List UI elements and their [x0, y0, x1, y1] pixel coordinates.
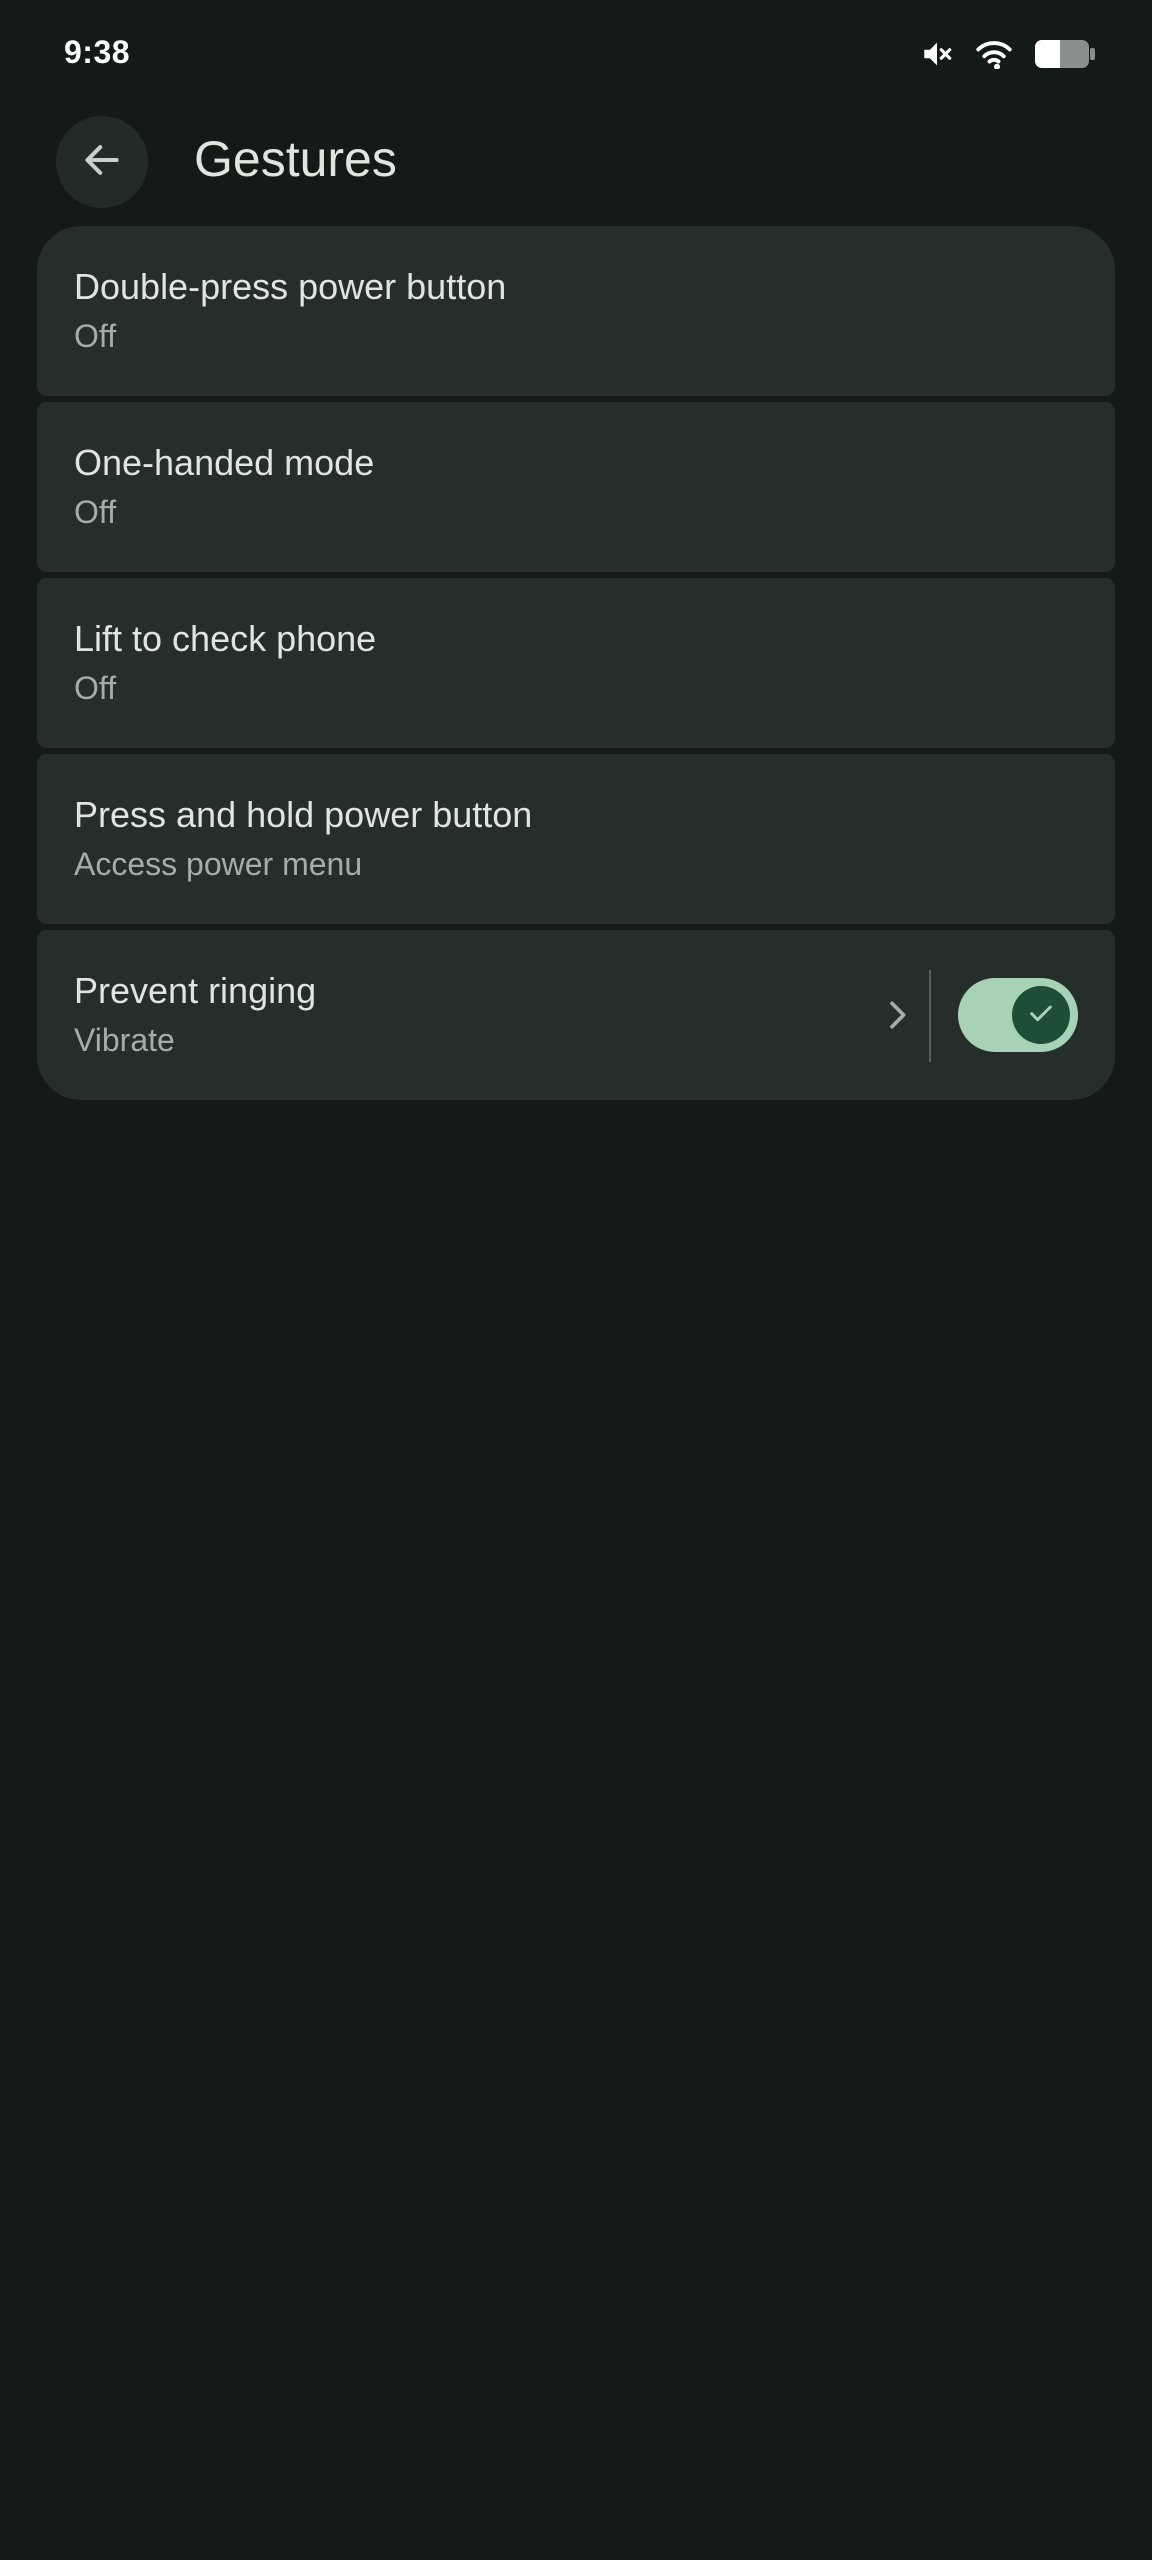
item-summary: Off — [74, 318, 117, 354]
item-summary: Off — [74, 494, 117, 530]
arrow-back-icon — [80, 138, 124, 187]
status-bar: 9:38 — [0, 0, 1152, 110]
chevron-right-icon[interactable] — [869, 987, 925, 1043]
list-item-lift-to-check[interactable]: Lift to check phone Off — [37, 578, 1115, 748]
battery-icon — [1034, 38, 1096, 70]
item-title: Double-press power button — [74, 266, 507, 307]
back-button[interactable] — [56, 116, 148, 208]
item-title: Prevent ringing — [74, 970, 317, 1011]
check-icon — [1025, 997, 1057, 1034]
gestures-list: Double-press power button Off One-handed… — [37, 226, 1115, 1100]
item-title: Lift to check phone — [74, 618, 377, 659]
wifi-icon — [976, 39, 1012, 69]
status-icons — [920, 34, 1096, 74]
page-title: Gestures — [194, 131, 397, 187]
item-summary: Off — [74, 670, 117, 706]
item-title: One-handed mode — [74, 442, 375, 483]
app-bar: Gestures — [0, 116, 1152, 208]
item-summary: Access power menu — [74, 846, 363, 882]
list-item-one-handed-mode[interactable]: One-handed mode Off — [37, 402, 1115, 572]
mute-icon — [920, 37, 954, 71]
status-time: 9:38 — [64, 34, 131, 70]
toggle-thumb — [1012, 986, 1070, 1044]
item-summary: Vibrate — [74, 1022, 175, 1058]
list-item-prevent-ringing[interactable]: Prevent ringing Vibrate — [37, 930, 1115, 1100]
list-item-press-hold-power[interactable]: Press and hold power button Access power… — [37, 754, 1115, 924]
prevent-ringing-toggle[interactable] — [958, 978, 1078, 1052]
settings-screen: 9:38 Gestures Double-press power button … — [0, 0, 1152, 2560]
item-title: Press and hold power button — [74, 794, 533, 835]
divider — [929, 970, 931, 1062]
list-item-double-press-power[interactable]: Double-press power button Off — [37, 226, 1115, 396]
